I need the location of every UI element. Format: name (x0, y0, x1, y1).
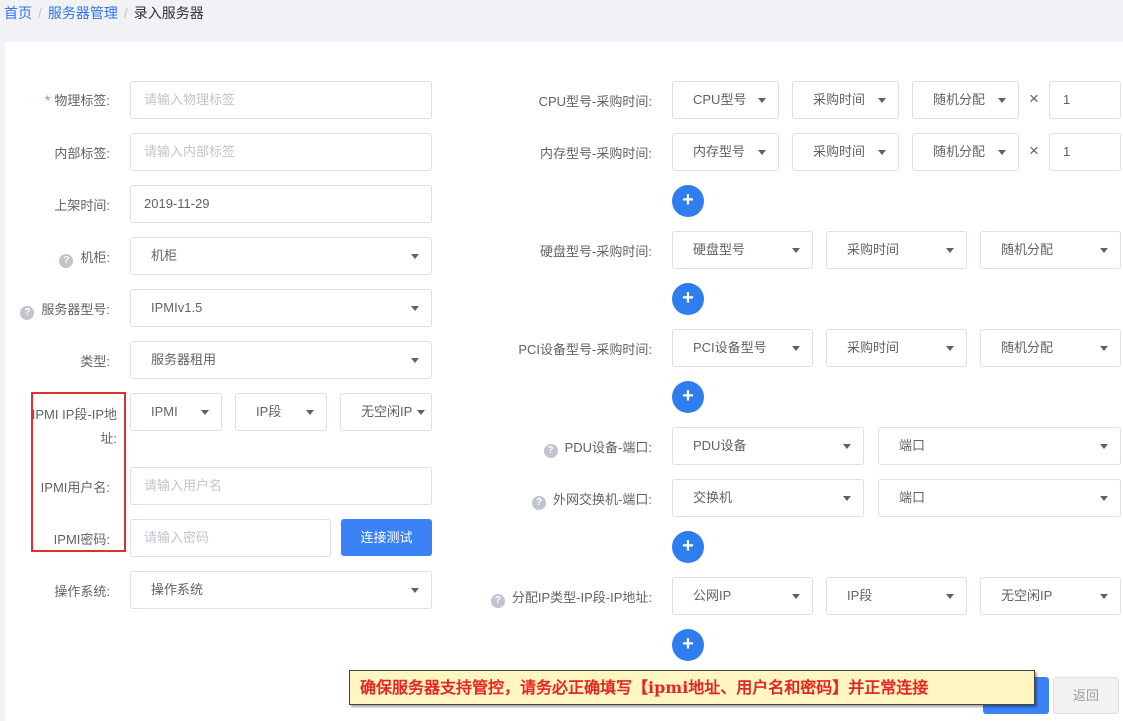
chevron-down-icon (201, 410, 209, 415)
pci-purchase-time-select[interactable]: 采购时间 (826, 329, 967, 367)
help-icon: ? (543, 444, 558, 458)
chevron-down-icon (1100, 346, 1108, 351)
chevron-down-icon (843, 496, 851, 501)
disk-allocation-select[interactable]: 随机分配 (980, 231, 1121, 269)
help-icon: ? (20, 306, 35, 320)
server-model-select[interactable]: IPMIv1.5 (130, 289, 432, 327)
multiply-icon: × (1029, 141, 1039, 160)
chevron-down-icon (306, 410, 314, 415)
chevron-down-icon (946, 248, 954, 253)
pci-label: PCI设备型号-采购时间: (518, 342, 652, 357)
ip-segment-select[interactable]: IP段 (826, 577, 967, 615)
cabinet-select[interactable]: 机柜 (130, 237, 432, 275)
multiply-icon: × (1029, 89, 1039, 108)
chevron-down-icon (411, 358, 419, 363)
add-memory-button[interactable]: + (672, 185, 704, 217)
cpu-allocation-select[interactable]: 随机分配 (912, 81, 1019, 119)
chevron-down-icon (946, 346, 954, 351)
switch-port-select[interactable]: 端口 (878, 479, 1121, 517)
chevron-down-icon (946, 594, 954, 599)
chevron-down-icon (878, 150, 886, 155)
cpu-quantity-input[interactable]: 1 (1049, 81, 1121, 119)
required-mark: * (44, 92, 51, 108)
breadcrumb: 首页 / 服务器管理 / 录入服务器 (4, 3, 204, 23)
ipmi-username-input[interactable]: 请输入用户名 (130, 467, 432, 505)
chevron-down-icon (417, 410, 425, 415)
memory-allocation-select[interactable]: 随机分配 (912, 133, 1019, 171)
cabinet-label: ? 机柜: (59, 247, 110, 268)
chevron-down-icon (758, 150, 766, 155)
add-switch-button[interactable]: + (672, 531, 704, 563)
chevron-down-icon (998, 98, 1006, 103)
server-model-label: ? 服务器型号: (20, 299, 110, 320)
cpu-purchase-time-select[interactable]: 采购时间 (792, 81, 899, 119)
switch-label: ? 外网交换机-端口: (532, 489, 652, 510)
add-disk-button[interactable]: + (672, 283, 704, 315)
chevron-down-icon (1100, 444, 1108, 449)
chevron-down-icon (1100, 594, 1108, 599)
help-icon: ? (532, 496, 547, 510)
breadcrumb-server-management-link[interactable]: 服务器管理 (48, 3, 118, 23)
help-icon: ? (59, 254, 74, 268)
shelf-time-label: 上架时间: (54, 198, 110, 213)
os-label: 操作系统: (54, 584, 110, 599)
annotation-banner: 确保服务器支持管控，请务必正确填写【ipmi地址、用户名和密码】并正常连接 (349, 670, 1035, 705)
type-label: 类型: (80, 354, 110, 369)
disk-label: 硬盘型号-采购时间: (540, 244, 652, 259)
cpu-label: CPU型号-采购时间: (538, 94, 652, 109)
add-ip-button[interactable]: + (672, 629, 704, 661)
type-select[interactable]: 服务器租用 (130, 341, 432, 379)
help-icon: ? (490, 594, 505, 608)
chevron-down-icon (792, 594, 800, 599)
disk-purchase-time-select[interactable]: 采购时间 (826, 231, 967, 269)
switch-device-select[interactable]: 交换机 (672, 479, 864, 517)
shelf-time-date-input[interactable]: 2019-11-29 (130, 185, 432, 223)
chevron-down-icon (1100, 496, 1108, 501)
chevron-down-icon (411, 588, 419, 593)
chevron-down-icon (843, 444, 851, 449)
breadcrumb-current: 录入服务器 (133, 5, 204, 21)
pdu-device-select[interactable]: PDU设备 (672, 427, 864, 465)
os-select[interactable]: 操作系统 (130, 571, 432, 609)
back-button[interactable]: 返回 (1053, 677, 1119, 714)
pci-allocation-select[interactable]: 随机分配 (980, 329, 1121, 367)
ip-type-select[interactable]: 公网IP (672, 577, 813, 615)
ipmi-password-input[interactable]: 请输入密码 (130, 519, 331, 557)
breadcrumb-home-link[interactable]: 首页 (4, 3, 32, 23)
breadcrumb-separator: / (38, 5, 42, 21)
memory-quantity-input[interactable]: 1 (1049, 133, 1121, 171)
pdu-label: ? PDU设备-端口: (543, 437, 652, 458)
ip-allocation-label: ? 分配IP类型-IP段-IP地址: (490, 587, 652, 608)
cpu-model-select[interactable]: CPU型号 (672, 81, 779, 119)
chevron-down-icon (1100, 248, 1108, 253)
chevron-down-icon (792, 248, 800, 253)
chevron-down-icon (792, 346, 800, 351)
ip-address-select[interactable]: 无空闲IP (980, 577, 1121, 615)
memory-purchase-time-select[interactable]: 采购时间 (792, 133, 899, 171)
ipmi-select[interactable]: IPMI (130, 393, 222, 431)
physical-tag-label: * 物理标签: (44, 92, 110, 108)
chevron-down-icon (878, 98, 886, 103)
connection-test-button[interactable]: 连接测试 (341, 519, 432, 556)
ipmi-ip-segment-select[interactable]: IP段 (235, 393, 327, 431)
internal-tag-input[interactable]: 请输入内部标签 (130, 133, 432, 171)
disk-model-select[interactable]: 硬盘型号 (672, 231, 813, 269)
breadcrumb-separator: / (123, 5, 128, 21)
memory-label: 内存型号-采购时间: (540, 146, 652, 161)
pdu-port-select[interactable]: 端口 (878, 427, 1121, 465)
chevron-down-icon (998, 150, 1006, 155)
ipmi-highlight-box (31, 392, 126, 552)
chevron-down-icon (758, 98, 766, 103)
chevron-down-icon (411, 254, 419, 259)
internal-tag-label: 内部标签: (54, 146, 110, 161)
memory-model-select[interactable]: 内存型号 (672, 133, 779, 171)
add-pci-button[interactable]: + (672, 381, 704, 413)
physical-tag-input[interactable]: 请输入物理标签 (130, 81, 432, 119)
pci-model-select[interactable]: PCI设备型号 (672, 329, 813, 367)
chevron-down-icon (411, 306, 419, 311)
ipmi-ip-address-select[interactable]: 无空闲IP (340, 393, 432, 431)
